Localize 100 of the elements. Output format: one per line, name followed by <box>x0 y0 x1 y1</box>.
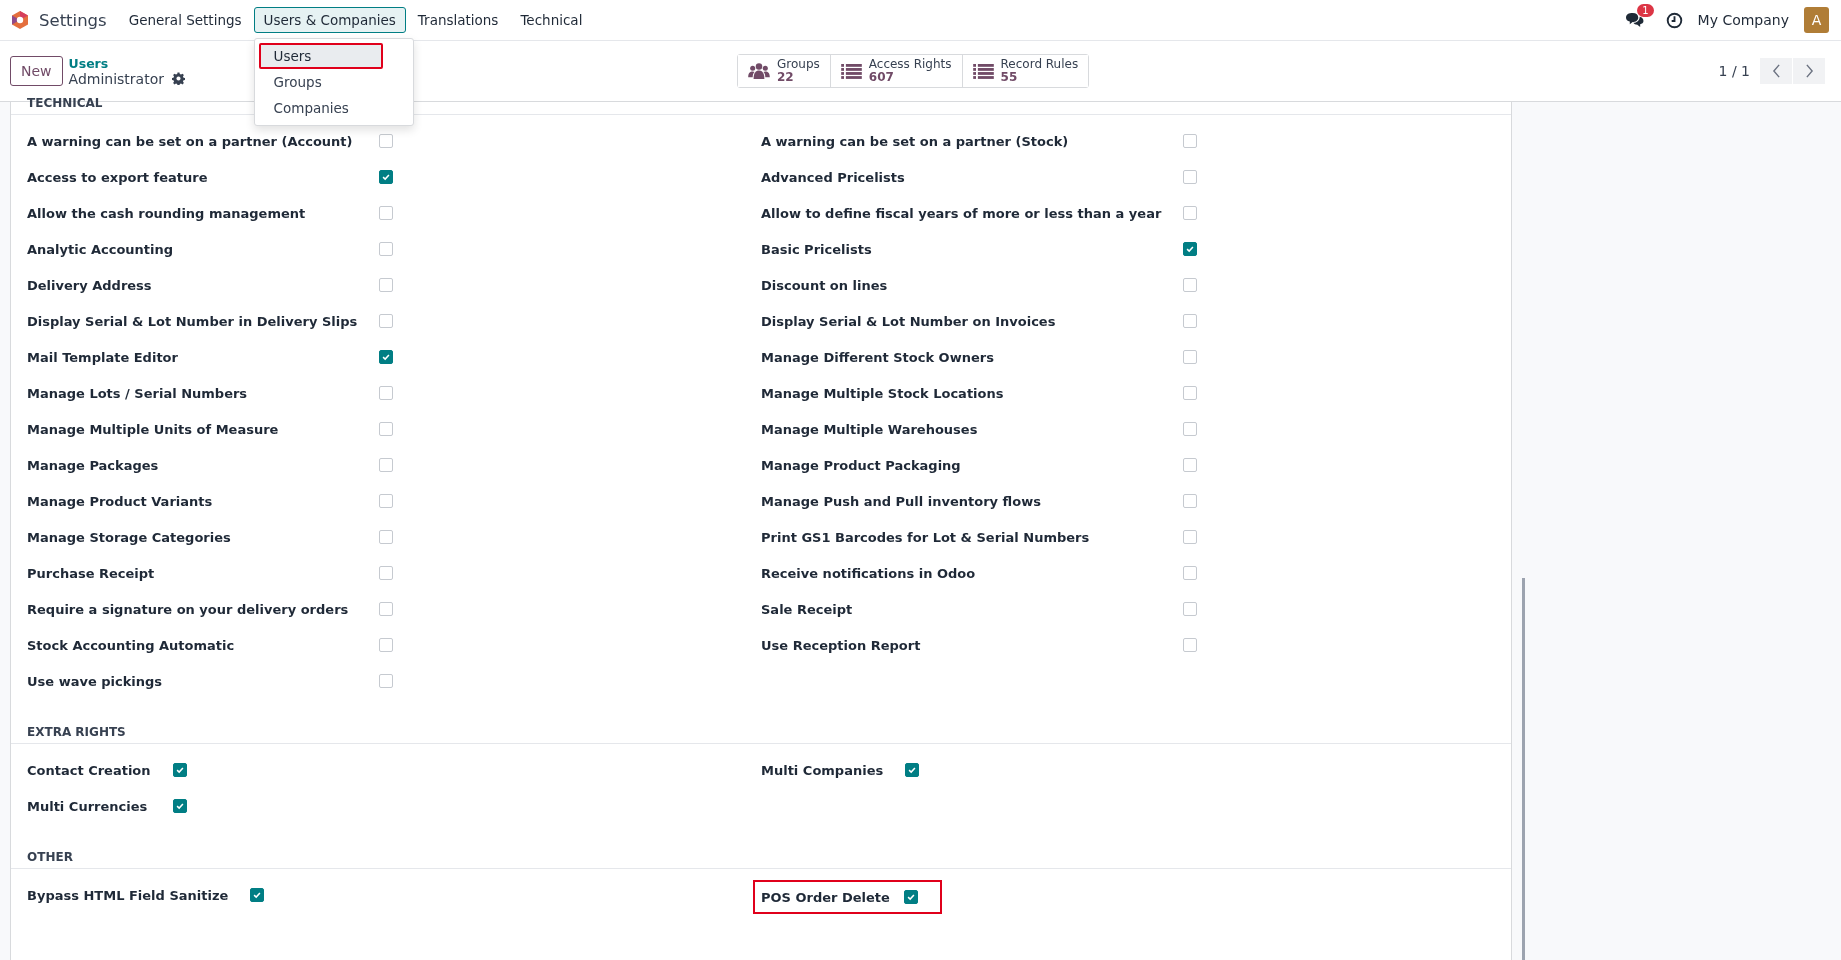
checkbox[interactable] <box>172 799 187 813</box>
field-label: Manage Multiple Units of Measure <box>27 420 280 439</box>
new-button[interactable]: New <box>10 56 63 86</box>
company-switcher[interactable]: My Company <box>1697 12 1789 28</box>
app-logo-icon[interactable] <box>10 10 30 30</box>
checkbox[interactable] <box>379 494 394 508</box>
field-label: Multi Currencies <box>27 797 149 816</box>
field-label: Purchase Receipt <box>27 564 156 583</box>
checkbox[interactable] <box>379 386 394 400</box>
dropdown-item[interactable]: Companies <box>254 95 413 121</box>
field-label: Advanced Pricelists <box>761 168 906 187</box>
smart-button[interactable]: Record Rules 55 <box>961 55 1089 87</box>
checkbox[interactable] <box>1183 314 1198 328</box>
field-label: Display Serial & Lot Number in Delivery Slips <box>27 312 359 331</box>
checkbox[interactable] <box>1183 422 1198 436</box>
field-label: Access to export feature <box>27 168 209 187</box>
field-label: Multi Companies <box>761 761 885 780</box>
scrollbar-thumb[interactable] <box>1522 578 1525 960</box>
field-label: Discount on lines <box>761 276 889 295</box>
chat-icon[interactable] <box>1624 11 1644 29</box>
field-label: Manage Packages <box>27 456 160 475</box>
section-heading: OTHER <box>11 850 1511 869</box>
checkbox[interactable] <box>379 170 394 184</box>
menu-item[interactable]: Translations <box>407 7 509 33</box>
list-icon <box>840 63 862 79</box>
checkbox[interactable] <box>379 206 394 220</box>
breadcrumb-link[interactable]: Users <box>68 55 185 71</box>
checkbox[interactable] <box>1183 134 1198 148</box>
pager-value: 1 / 1 <box>1718 63 1750 79</box>
checkbox[interactable] <box>379 422 394 436</box>
clock-icon[interactable] <box>1665 11 1683 29</box>
users-icon <box>748 62 770 80</box>
checkbox[interactable] <box>1183 566 1198 580</box>
checkbox[interactable] <box>379 134 394 148</box>
checkbox[interactable] <box>905 763 920 777</box>
checkbox[interactable] <box>1183 638 1198 652</box>
field-label: A warning can be set on a partner (Account) <box>27 132 354 151</box>
field-label: Manage Different Stock Owners <box>761 348 995 367</box>
checkbox[interactable] <box>1183 494 1198 508</box>
field-label: Analytic Accounting <box>27 240 175 259</box>
checkbox[interactable] <box>903 890 918 904</box>
checkbox[interactable] <box>379 638 394 652</box>
field-label: Mail Template Editor <box>27 348 179 367</box>
field-label: Receive notifications in Odoo <box>761 564 977 583</box>
section-heading: EXTRA RIGHTS <box>11 725 1511 744</box>
field-label: POS Order Delete <box>761 889 890 905</box>
field-label: Allow to define fiscal years of more or less than a year <box>761 204 1163 223</box>
checkbox[interactable] <box>1183 278 1198 292</box>
checkmark-icon <box>905 892 916 902</box>
field-label: Stock Accounting Automatic <box>27 636 236 655</box>
checkbox[interactable] <box>1183 242 1198 256</box>
checkbox[interactable] <box>1183 170 1198 184</box>
checkbox[interactable] <box>172 763 187 777</box>
field-label: Manage Product Variants <box>27 492 214 511</box>
field-label: Allow the cash rounding management <box>27 204 307 223</box>
checkbox[interactable] <box>379 278 394 292</box>
checkbox[interactable] <box>379 566 394 580</box>
notification-badge: 1 <box>1637 3 1654 17</box>
checkbox[interactable] <box>379 350 394 364</box>
previous-button[interactable] <box>1760 58 1792 84</box>
menu-item[interactable]: General Settings <box>118 7 252 33</box>
field-label: Manage Multiple Warehouses <box>761 420 979 439</box>
field-label: Manage Lots / Serial Numbers <box>27 384 249 403</box>
next-button[interactable] <box>1793 58 1825 84</box>
field-label: Manage Multiple Stock Locations <box>761 384 1005 403</box>
checkmark-icon <box>907 765 918 775</box>
checkmark-icon <box>174 801 185 811</box>
chevron-left-icon <box>1771 64 1781 78</box>
checkbox[interactable] <box>379 602 394 616</box>
field-label: Display Serial & Lot Number on Invoices <box>761 312 1057 331</box>
field-label: A warning can be set on a partner (Stock) <box>761 132 1070 151</box>
checkmark-icon <box>252 890 263 900</box>
checkbox[interactable] <box>1183 206 1198 220</box>
checkbox[interactable] <box>250 888 265 902</box>
menu-item[interactable]: Technical <box>510 7 593 33</box>
list-icon <box>972 63 994 79</box>
field-label: Use wave pickings <box>27 672 164 691</box>
dropdown-item[interactable]: Users <box>258 43 383 69</box>
field-label: Require a signature on your delivery orders <box>27 600 350 619</box>
menu-item[interactable]: Users & Companies <box>253 7 406 33</box>
settings-icon[interactable] <box>172 72 185 85</box>
record-name: Administrator <box>68 70 164 87</box>
checkbox[interactable] <box>379 530 394 544</box>
user-avatar[interactable]: A <box>1804 7 1829 33</box>
checkbox[interactable] <box>1183 602 1198 616</box>
checkmark-icon <box>174 765 185 775</box>
field-label: Print GS1 Barcodes for Lot & Serial Numbers <box>761 528 1091 547</box>
field-label: Manage Storage Categories <box>27 528 232 547</box>
dropdown-item[interactable]: Groups <box>254 69 413 95</box>
checkmark-icon <box>381 172 392 182</box>
checkbox[interactable] <box>1183 458 1198 472</box>
app-name[interactable]: Settings <box>39 10 107 30</box>
chevron-right-icon <box>1804 64 1814 78</box>
checkbox[interactable] <box>379 674 394 688</box>
checkbox[interactable] <box>1183 386 1198 400</box>
checkbox[interactable] <box>379 314 394 328</box>
checkbox[interactable] <box>379 458 394 472</box>
checkbox[interactable] <box>1183 530 1198 544</box>
checkbox[interactable] <box>379 242 394 256</box>
checkbox[interactable] <box>1183 350 1198 364</box>
